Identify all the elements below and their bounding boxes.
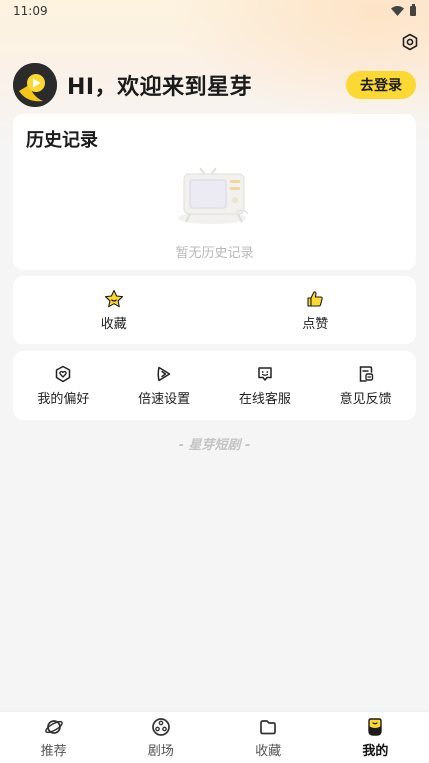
tab-label-theater: 剧场 bbox=[147, 743, 174, 759]
thumbs-up-icon bbox=[307, 290, 323, 307]
menu-item-playback-speed[interactable]: 倍速设置 bbox=[114, 351, 215, 420]
welcome-greeting: HI，欢迎来到星芽 bbox=[67, 75, 253, 100]
tab-profile[interactable]: 我的 bbox=[322, 712, 429, 763]
speed-icon bbox=[157, 366, 171, 381]
quick-favorites-button[interactable]: 收藏 bbox=[13, 276, 215, 344]
feedback-icon bbox=[359, 365, 373, 382]
profile-icon bbox=[368, 717, 383, 736]
quick-favorites-label: 收藏 bbox=[100, 316, 127, 332]
empty-tv-illustration bbox=[178, 167, 249, 224]
film-reel-icon bbox=[152, 717, 170, 736]
login-button[interactable]: 去登录 bbox=[346, 71, 416, 99]
folder-icon bbox=[260, 719, 276, 734]
avatar[interactable] bbox=[13, 63, 57, 107]
menu-label-customer-service: 在线客服 bbox=[238, 391, 291, 407]
menu-label-preferences: 我的偏好 bbox=[37, 391, 90, 407]
status-time: 11:09 bbox=[13, 4, 48, 18]
tab-favorites[interactable]: 收藏 bbox=[215, 712, 322, 763]
history-empty-text: 暂无历史记录 bbox=[175, 246, 254, 261]
tab-label-recommend: 推荐 bbox=[40, 743, 67, 759]
tab-label-favorites: 收藏 bbox=[255, 743, 282, 759]
status-bar: 11:09 bbox=[0, 0, 429, 22]
wifi-icon bbox=[391, 6, 404, 16]
battery-icon bbox=[410, 4, 416, 16]
quick-likes-button[interactable]: 点赞 bbox=[215, 276, 417, 344]
menu-item-customer-service[interactable]: 在线客服 bbox=[215, 351, 316, 420]
customer-service-icon bbox=[258, 366, 272, 381]
profile-header: HI，欢迎来到星芽 去登录 bbox=[13, 63, 416, 107]
tab-label-profile: 我的 bbox=[362, 743, 389, 759]
history-title: 历史记录 bbox=[26, 130, 98, 151]
menu-label-playback-speed: 倍速设置 bbox=[138, 391, 191, 407]
quick-actions-card: 收藏 点赞 bbox=[13, 276, 416, 344]
menu-label-feedback: 意见反馈 bbox=[339, 391, 392, 407]
menu-item-preferences[interactable]: 我的偏好 bbox=[13, 351, 114, 420]
star-icon bbox=[104, 289, 123, 307]
menu-item-feedback[interactable]: 意见反馈 bbox=[315, 351, 416, 420]
settings-menu-card: 我的偏好 倍速设置 在线客服 意见反馈 bbox=[13, 351, 416, 420]
preference-icon bbox=[56, 365, 71, 382]
footer-brand: - 星芽短剧 - bbox=[178, 438, 251, 453]
tab-theater[interactable]: 剧场 bbox=[107, 712, 214, 763]
planet-icon bbox=[44, 719, 63, 734]
quick-likes-label: 点赞 bbox=[302, 316, 329, 332]
status-icons bbox=[391, 4, 416, 16]
settings-icon[interactable] bbox=[401, 33, 419, 51]
history-card: 历史记录 暂无历史记录 bbox=[13, 114, 416, 270]
app-logo-icon bbox=[13, 63, 57, 107]
bottom-tab-bar: 推荐 剧场 收藏 我的 bbox=[0, 711, 429, 763]
tab-recommend[interactable]: 推荐 bbox=[0, 712, 107, 763]
